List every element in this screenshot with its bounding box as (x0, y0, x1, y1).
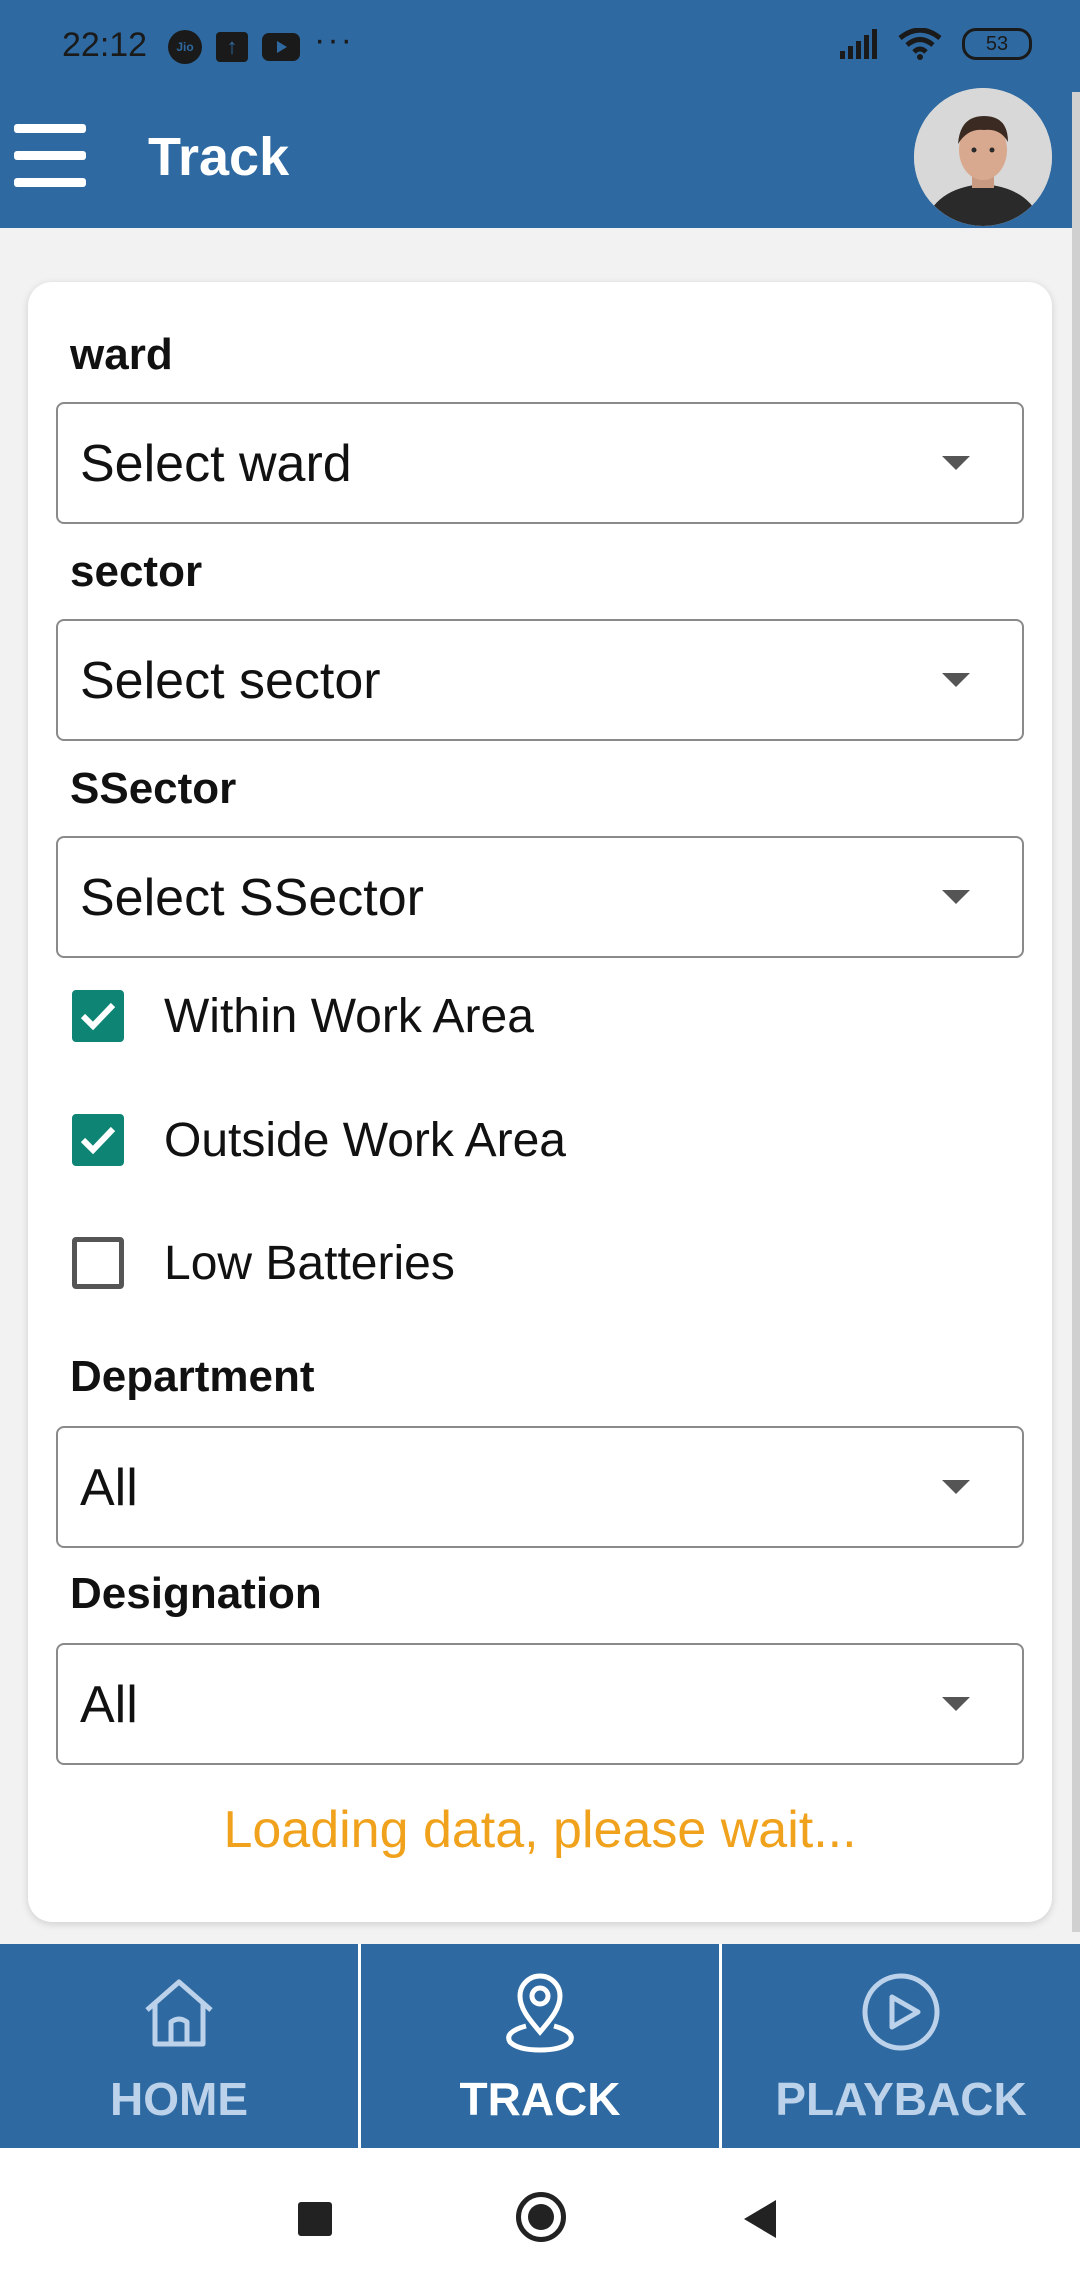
tab-home-label: HOME (110, 2073, 248, 2125)
checkbox-unchecked-icon[interactable] (72, 1237, 124, 1289)
avatar[interactable] (914, 88, 1052, 226)
page-title: Track (148, 127, 290, 187)
within-work-area-checkbox[interactable]: Within Work Area (72, 976, 534, 1056)
low-batteries-checkbox[interactable]: Low Batteries (72, 1223, 455, 1303)
jio-icon: Jio (168, 30, 202, 64)
ward-select-value: Select ward (80, 435, 352, 493)
ssector-label: SSector (70, 764, 237, 813)
signal-icon (840, 29, 877, 59)
play-icon (860, 1962, 942, 2062)
designation-select[interactable]: All (56, 1643, 1024, 1765)
sector-select-value: Select sector (80, 652, 381, 710)
department-select[interactable]: All (56, 1426, 1024, 1548)
filter-card: ward Select ward sector Select sector SS… (28, 282, 1052, 1922)
wifi-icon (898, 28, 942, 60)
more-notifications-icon: ··· (314, 20, 354, 59)
tab-track-label: TRACK (459, 2073, 621, 2125)
status-bar: 22:12 Jio ↑ ··· 53 (0, 0, 1080, 92)
chevron-down-icon (942, 1697, 970, 1711)
home-icon (141, 1962, 217, 2062)
department-select-value: All (80, 1459, 138, 1517)
scrollbar[interactable] (1072, 92, 1080, 1932)
youtube-icon (262, 33, 300, 61)
ssector-select[interactable]: Select SSector (56, 836, 1024, 958)
designation-label: Designation (70, 1569, 322, 1618)
location-pin-icon (498, 1962, 582, 2062)
battery-indicator: 53 (962, 28, 1032, 60)
designation-select-value: All (80, 1676, 138, 1734)
ssector-select-value: Select SSector (80, 869, 424, 927)
recents-icon[interactable] (298, 2202, 332, 2236)
status-system-icons: 53 (838, 28, 1032, 60)
department-label: Department (70, 1352, 315, 1401)
chevron-down-icon (942, 456, 970, 470)
loading-message: Loading data, please wait... (223, 1801, 857, 1859)
chevron-down-icon (942, 1480, 970, 1494)
home-button-icon[interactable] (516, 2192, 566, 2242)
bottom-nav: HOME TRACK PLAYBACK (0, 1944, 1080, 2148)
ward-select[interactable]: Select ward (56, 402, 1024, 524)
tab-track[interactable]: TRACK (361, 1944, 719, 2148)
sector-select[interactable]: Select sector (56, 619, 1024, 741)
tab-playback[interactable]: PLAYBACK (722, 1944, 1080, 2148)
low-batteries-label: Low Batteries (164, 1236, 455, 1290)
outside-work-area-checkbox[interactable]: Outside Work Area (72, 1100, 566, 1180)
checkbox-checked-icon[interactable] (72, 1114, 124, 1166)
status-notification-icons: Jio ↑ ··· (168, 21, 354, 64)
checkbox-checked-icon[interactable] (72, 990, 124, 1042)
sector-label: sector (70, 547, 203, 596)
chevron-down-icon (942, 673, 970, 687)
back-icon[interactable] (744, 2200, 776, 2238)
tab-playback-label: PLAYBACK (775, 2073, 1027, 2125)
ward-label: ward (70, 330, 173, 379)
upload-icon: ↑ (216, 32, 248, 62)
chevron-down-icon (942, 890, 970, 904)
status-time: 22:12 (62, 26, 148, 64)
within-work-area-label: Within Work Area (164, 989, 534, 1043)
system-nav-bar (0, 2148, 1080, 2280)
outside-work-area-label: Outside Work Area (164, 1113, 566, 1167)
hamburger-menu-icon[interactable] (14, 124, 88, 192)
tab-home[interactable]: HOME (0, 1944, 358, 2148)
